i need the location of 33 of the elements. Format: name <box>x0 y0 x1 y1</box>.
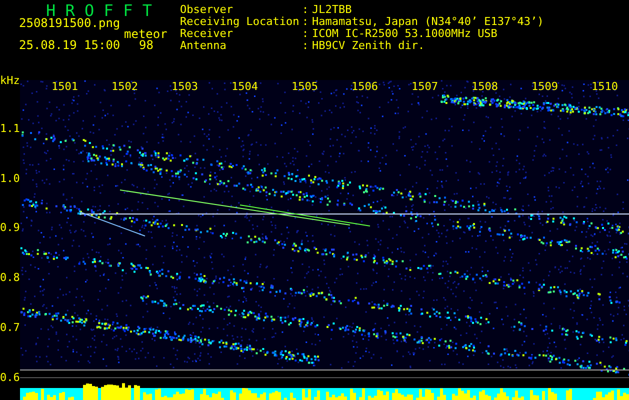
x-tick-label: 1503 <box>170 81 198 93</box>
y-tick-label: 0.6 <box>0 372 20 384</box>
field-label: Receiving Location <box>180 16 300 28</box>
separator: : <box>302 4 310 16</box>
meteor-count: 98 <box>139 39 154 51</box>
y-tick-label: 0.7 <box>0 322 20 334</box>
x-tick-label: 1504 <box>230 81 258 93</box>
field-value: HB9CV Zenith dir. <box>312 40 426 52</box>
y-tick-label: 0.8 <box>0 272 20 284</box>
x-tick-label: 1505 <box>290 81 318 93</box>
field-label: Antenna <box>180 40 228 52</box>
field-value: JL2TBB <box>312 4 353 16</box>
x-tick-label: 1508 <box>470 81 498 93</box>
timestamp: 25.08.19 15:00 <box>19 39 120 51</box>
x-tick-label: 1510 <box>590 81 618 93</box>
axis-unit: kHz <box>0 75 20 87</box>
field-label: Observer <box>180 4 234 16</box>
separator: : <box>302 40 310 52</box>
file-name: 2508191500.png <box>19 17 120 29</box>
x-tick-label: 1506 <box>350 81 378 93</box>
field-value: Hamamatsu, Japan (N34°40’ E137°43’) <box>312 16 544 28</box>
y-tick-label: 0.9 <box>0 222 20 234</box>
separator: : <box>302 16 310 28</box>
x-tick-label: 1509 <box>530 81 558 93</box>
x-tick-label: 1502 <box>110 81 138 93</box>
count-label: meteor <box>124 28 168 40</box>
x-tick-label: 1507 <box>410 81 438 93</box>
field-value: ICOM IC-R2500 53.1000MHz USB <box>312 28 498 40</box>
y-tick-label: 1.0 <box>0 172 20 185</box>
separator: : <box>302 28 310 40</box>
field-label: Receiver <box>180 28 233 40</box>
x-tick-label: 1501 <box>50 81 78 93</box>
y-tick-label: 1.1 <box>0 123 20 135</box>
